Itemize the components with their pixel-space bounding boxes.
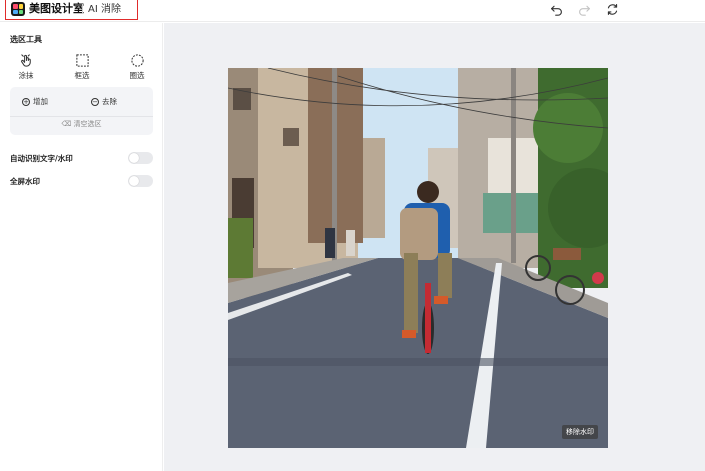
rect-select-icon (75, 54, 89, 67)
section-title: 选区工具 (10, 35, 42, 44)
tool-smear[interactable]: 涂抹 (6, 53, 46, 81)
refresh-icon[interactable] (604, 1, 620, 17)
add-button[interactable]: + 增加 (22, 96, 48, 107)
brand-divider (82, 4, 83, 14)
auto-detect-toggle[interactable] (128, 152, 153, 164)
option-fullscreen-watermark: 全屏水印 (10, 175, 153, 187)
option-label: 全屏水印 (10, 177, 40, 186)
sidebar-panel: 选区工具 涂抹 框选 圈选 + 增加 − 去除 ⌫ 清空选区 自动识别文字/水印… (0, 23, 163, 471)
tool-rect-select[interactable]: 框选 (62, 53, 102, 81)
product-name: AI 消除 (88, 4, 121, 15)
option-label: 自动识别文字/水印 (10, 154, 73, 163)
brand-name[interactable]: 美图设计室 (29, 2, 84, 16)
remove-label: 去除 (102, 97, 117, 106)
canvas-area[interactable]: 移除水印 (164, 23, 705, 471)
undo-icon[interactable] (548, 1, 564, 17)
remove-button[interactable]: − 去除 (91, 96, 117, 107)
top-bar: 美图设计室 AI 消除 (0, 0, 705, 22)
redo-icon[interactable] (576, 1, 592, 17)
fullscreen-watermark-toggle[interactable] (128, 175, 153, 187)
remove-watermark-badge[interactable]: 移除水印 (562, 425, 598, 439)
clear-selection-button[interactable]: ⌫ 清空选区 (10, 119, 153, 129)
eraser-icon: ⌫ (61, 120, 72, 128)
street-photo-illustration (228, 68, 608, 448)
panel-divider (10, 116, 153, 117)
option-auto-detect-text: 自动识别文字/水印 (10, 152, 153, 164)
selection-mode-panel: + 增加 − 去除 ⌫ 清空选区 (10, 87, 153, 135)
tool-smear-label: 涂抹 (18, 71, 34, 80)
add-label: 增加 (33, 97, 48, 106)
lasso-icon (130, 54, 144, 67)
minus-icon: − (91, 97, 99, 106)
clear-selection-label: 清空选区 (73, 120, 102, 128)
tool-lasso-label: 圈选 (129, 71, 145, 80)
street-photo[interactable]: 移除水印 (228, 68, 608, 448)
brand-logo-icon[interactable] (11, 2, 25, 16)
hand-brush-icon (20, 54, 31, 67)
tool-rect-select-label: 框选 (74, 71, 90, 80)
tool-lasso[interactable]: 圈选 (117, 53, 157, 81)
plus-icon: + (22, 97, 30, 106)
